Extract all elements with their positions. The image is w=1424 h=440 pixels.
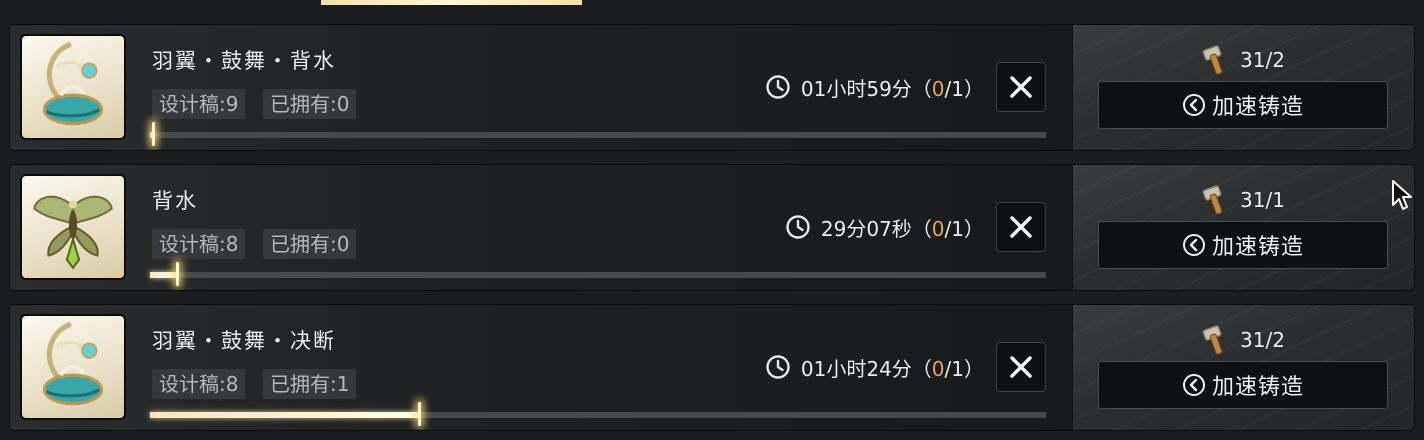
hammer-count: 31/2 xyxy=(1240,328,1285,352)
timer-text: 29分07秒（0/1） xyxy=(821,213,984,242)
timer-text: 01小时24分（0/1） xyxy=(801,353,984,382)
hammer-cost: 31/2 xyxy=(1200,324,1285,356)
owned-count-tag: 已拥有:0 xyxy=(263,229,357,259)
speed-up-icon xyxy=(1182,374,1205,396)
forge-progress-bar xyxy=(150,402,1046,426)
speed-up-forge-button[interactable]: 加速铸造 xyxy=(1098,81,1388,129)
forge-timer: 01小时24分（0/1） xyxy=(765,352,984,382)
hammer-count: 31/2 xyxy=(1240,48,1285,72)
speed-up-label: 加速铸造 xyxy=(1211,95,1304,120)
speed-up-forge-button[interactable]: 加速铸造 xyxy=(1098,361,1388,409)
forge-queue-item: 背水 设计稿:8 已拥有:0 29分07秒（0/1） 31/1 加速铸造 xyxy=(10,165,1414,290)
cancel-forge-button[interactable] xyxy=(996,202,1046,252)
forge-progress-bar xyxy=(150,122,1046,146)
clock-icon xyxy=(786,215,810,239)
hammer-count: 31/1 xyxy=(1240,188,1285,212)
count-current: 0 xyxy=(931,216,945,241)
hammer-cost: 31/2 xyxy=(1200,44,1285,76)
close-icon xyxy=(1010,216,1032,238)
progress-spark xyxy=(176,262,179,286)
count-total: /1） xyxy=(944,216,984,241)
progress-spark xyxy=(418,402,421,426)
item-name: 背水 xyxy=(152,189,198,213)
close-icon xyxy=(1010,76,1032,98)
speed-up-icon xyxy=(1182,94,1205,116)
cancel-forge-button[interactable] xyxy=(996,62,1046,112)
speed-up-forge-button[interactable]: 加速铸造 xyxy=(1098,221,1388,269)
clock-icon xyxy=(766,355,790,379)
progress-spark xyxy=(152,122,155,146)
owned-count-tag: 已拥有:0 xyxy=(263,89,357,119)
drafts-count-tag: 设计稿:8 xyxy=(152,229,246,259)
time-remaining: 01小时24分（ xyxy=(800,356,932,381)
hammer-icon xyxy=(1202,185,1223,215)
close-icon xyxy=(1010,356,1032,378)
clock-icon xyxy=(766,75,790,99)
hammer-icon xyxy=(1202,45,1223,75)
item-name: 羽翼・鼓舞・决断 xyxy=(152,329,336,353)
time-remaining: 01小时59分（ xyxy=(800,76,932,101)
forge-progress-fill xyxy=(150,272,177,278)
forge-progress-bar xyxy=(150,262,1046,286)
wing-emblem-blue-icon[interactable] xyxy=(22,36,124,138)
count-current: 0 xyxy=(931,76,945,101)
forge-timer: 01小时59分（0/1） xyxy=(765,72,984,102)
count-total: /1） xyxy=(944,76,984,101)
hammer-icon xyxy=(1202,325,1223,355)
forge-queue-item: 羽翼・鼓舞・决断 设计稿:8 已拥有:1 01小时24分（0/1） 31/2 加… xyxy=(10,305,1414,430)
active-tab-indicator xyxy=(321,0,582,5)
drafts-count-tag: 设计稿:9 xyxy=(152,89,246,119)
speed-up-label: 加速铸造 xyxy=(1211,375,1304,400)
forge-progress-fill xyxy=(150,412,419,418)
wing-emblem-blue-icon[interactable] xyxy=(22,316,124,418)
owned-count-tag: 已拥有:1 xyxy=(263,369,357,399)
mouse-cursor-icon xyxy=(1392,180,1412,210)
count-current: 0 xyxy=(931,356,945,381)
hammer-cost: 31/1 xyxy=(1200,184,1285,216)
timer-text: 01小时59分（0/1） xyxy=(801,73,984,102)
time-remaining: 29分07秒（ xyxy=(820,216,932,241)
drafts-count-tag: 设计稿:8 xyxy=(152,369,246,399)
forge-queue-item: 羽翼・鼓舞・背水 设计稿:9 已拥有:0 01小时59分（0/1） 31/2 加… xyxy=(10,25,1414,150)
cancel-forge-button[interactable] xyxy=(996,342,1046,392)
forge-timer: 29分07秒（0/1） xyxy=(785,212,984,242)
speed-up-icon xyxy=(1182,234,1205,256)
count-total: /1） xyxy=(944,356,984,381)
item-name: 羽翼・鼓舞・背水 xyxy=(152,49,336,73)
speed-up-label: 加速铸造 xyxy=(1211,235,1304,260)
butterfly-emblem-green-icon[interactable] xyxy=(22,176,124,278)
